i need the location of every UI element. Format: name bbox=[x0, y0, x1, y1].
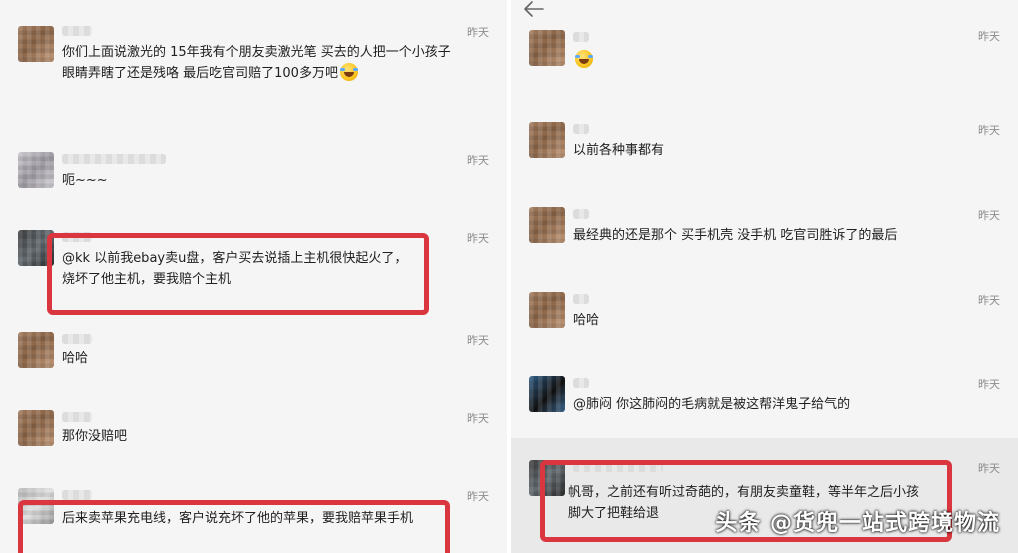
highlight-box bbox=[18, 500, 450, 553]
message-text: 哈哈 bbox=[62, 351, 89, 366]
message-item[interactable]: 昨天 @肺闷 你这肺闷的毛病就是被这帮洋鬼子给气的 bbox=[511, 374, 1018, 424]
sender-name-blurred bbox=[62, 26, 92, 36]
avatar[interactable] bbox=[18, 152, 54, 188]
highlight-box bbox=[47, 233, 429, 315]
sender-name-blurred bbox=[573, 209, 589, 219]
laughing-crying-emoji-icon bbox=[575, 50, 593, 68]
avatar[interactable] bbox=[529, 30, 565, 66]
message-text: 哈哈 bbox=[573, 313, 600, 328]
message-time: 昨天 bbox=[467, 334, 489, 347]
message-text: 以前各种事都有 bbox=[573, 143, 665, 158]
message-item[interactable]: 昨天 那你没赔吧 bbox=[0, 406, 507, 456]
message-time: 昨天 bbox=[467, 26, 489, 39]
message-time: 昨天 bbox=[467, 412, 489, 425]
message-item[interactable]: 昨天 哈哈 bbox=[511, 290, 1018, 340]
message-time: 昨天 bbox=[978, 462, 1000, 475]
message-item[interactable]: 昨天 以前各种事都有 bbox=[511, 120, 1018, 170]
message-time: 昨天 bbox=[978, 209, 1000, 222]
avatar[interactable] bbox=[18, 332, 54, 368]
message-time: 昨天 bbox=[978, 30, 1000, 43]
message-text: 你们上面说激光的 15年我有个朋友卖激光笔 买去的人把一个小孩子眼睛弄瞎了还是残… bbox=[62, 45, 451, 81]
right-chat-panel[interactable]: 昨天 昨天 以前各种事都有 昨天 最经典的还是那个 买手机壳 没手机 吃官司胜诉… bbox=[511, 0, 1018, 553]
avatar[interactable] bbox=[529, 292, 565, 328]
back-arrow-icon[interactable] bbox=[523, 0, 545, 18]
message-time: 昨天 bbox=[467, 232, 489, 245]
message-time: 昨天 bbox=[978, 294, 1000, 307]
message-text bbox=[573, 50, 968, 71]
sender-name-blurred bbox=[62, 490, 92, 500]
avatar[interactable] bbox=[18, 410, 54, 446]
left-chat-panel[interactable]: 昨天 你们上面说激光的 15年我有个朋友卖激光笔 买去的人把一个小孩子眼睛弄瞎了… bbox=[0, 0, 507, 553]
message-item[interactable]: 昨天 你们上面说激光的 15年我有个朋友卖激光笔 买去的人把一个小孩子眼睛弄瞎了… bbox=[0, 18, 507, 118]
message-item[interactable]: 昨天 最经典的还是那个 买手机壳 没手机 吃官司胜诉了的最后 bbox=[511, 205, 1018, 255]
message-item[interactable]: 昨天 哈哈 bbox=[0, 328, 507, 378]
avatar[interactable] bbox=[529, 376, 565, 412]
sender-name-blurred bbox=[62, 154, 166, 164]
avatar[interactable] bbox=[529, 122, 565, 158]
avatar[interactable] bbox=[18, 26, 54, 62]
message-text: 呃~~~ bbox=[62, 173, 108, 188]
sender-name-blurred bbox=[62, 334, 92, 344]
message-time: 昨天 bbox=[978, 378, 1000, 391]
sender-name-blurred bbox=[573, 124, 589, 134]
message-time: 昨天 bbox=[467, 490, 489, 503]
message-time: 昨天 bbox=[978, 124, 1000, 137]
avatar[interactable] bbox=[529, 207, 565, 243]
sender-name-blurred bbox=[573, 378, 589, 388]
message-item[interactable]: 昨天 呃~~~ bbox=[0, 148, 507, 198]
chat-screenshot-composite: 昨天 你们上面说激光的 15年我有个朋友卖激光笔 买去的人把一个小孩子眼睛弄瞎了… bbox=[0, 0, 1018, 553]
laughing-crying-emoji-icon bbox=[339, 63, 358, 81]
watermark-text: 头条 @货兜一站式跨境物流 bbox=[715, 511, 1000, 536]
message-text: @肺闷 你这肺闷的毛病就是被这帮洋鬼子给气的 bbox=[573, 397, 851, 412]
message-item[interactable]: 昨天 bbox=[511, 26, 1018, 86]
sender-name-blurred bbox=[62, 412, 92, 422]
message-time: 昨天 bbox=[467, 154, 489, 167]
sender-name-blurred bbox=[573, 32, 589, 42]
message-text: 那你没赔吧 bbox=[62, 429, 128, 444]
sender-name-blurred bbox=[573, 294, 589, 304]
message-text: 最经典的还是那个 买手机壳 没手机 吃官司胜诉了的最后 bbox=[573, 228, 898, 243]
